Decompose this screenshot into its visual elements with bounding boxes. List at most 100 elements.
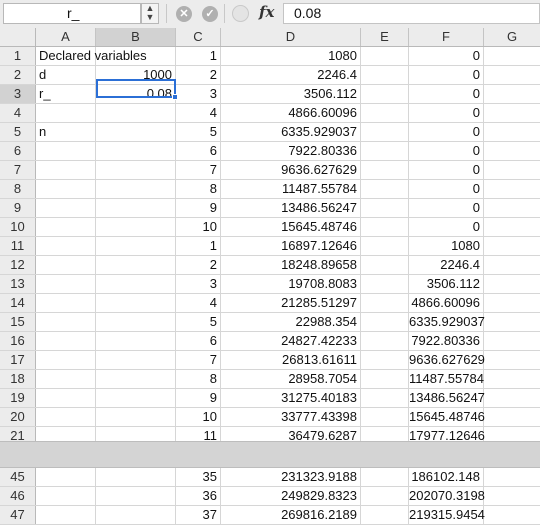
row-header[interactable]: 20 xyxy=(0,408,36,426)
row-header[interactable]: 19 xyxy=(0,389,36,407)
cell-g13[interactable] xyxy=(484,275,540,293)
cell-e18[interactable] xyxy=(361,370,409,388)
row-header[interactable]: 14 xyxy=(0,294,36,312)
cell-b5[interactable] xyxy=(96,123,176,141)
cell-e11[interactable] xyxy=(361,237,409,255)
row-header[interactable]: 17 xyxy=(0,351,36,369)
cell-g3[interactable] xyxy=(484,85,540,103)
cell-b4[interactable] xyxy=(96,104,176,122)
cell-c18[interactable]: 8 xyxy=(176,370,221,388)
cell-a9[interactable] xyxy=(36,199,96,217)
cell-d14[interactable]: 21285.51297 xyxy=(221,294,361,312)
cell-d6[interactable]: 7922.80336 xyxy=(221,142,361,160)
cell-c17[interactable]: 7 xyxy=(176,351,221,369)
column-header-d[interactable]: D xyxy=(221,28,361,46)
cell-a46[interactable] xyxy=(36,487,96,505)
cell-c3[interactable]: 3 xyxy=(176,85,221,103)
cell-c46[interactable]: 36 xyxy=(176,487,221,505)
cell-d3[interactable]: 3506.112 xyxy=(221,85,361,103)
cell-b1[interactable] xyxy=(96,47,176,65)
cell-g8[interactable] xyxy=(484,180,540,198)
cell-e16[interactable] xyxy=(361,332,409,350)
cell-a8[interactable] xyxy=(36,180,96,198)
cell-f18[interactable]: 11487.55784 xyxy=(409,370,484,388)
column-header-e[interactable]: E xyxy=(361,28,409,46)
row-header[interactable]: 2 xyxy=(0,66,36,84)
column-header-a[interactable]: A xyxy=(36,28,96,46)
cell-a13[interactable] xyxy=(36,275,96,293)
cell-a2[interactable]: d xyxy=(36,66,96,84)
cell-f3[interactable]: 0 xyxy=(409,85,484,103)
cell-e3[interactable] xyxy=(361,85,409,103)
cell-e10[interactable] xyxy=(361,218,409,236)
cell-a5[interactable]: n xyxy=(36,123,96,141)
column-header-b[interactable]: B xyxy=(96,28,176,46)
cell-d1[interactable]: 1080 xyxy=(221,47,361,65)
fill-handle[interactable] xyxy=(172,94,178,100)
cell-a12[interactable] xyxy=(36,256,96,274)
cell-a45[interactable] xyxy=(36,468,96,486)
cell-c7[interactable]: 7 xyxy=(176,161,221,179)
cell-a19[interactable] xyxy=(36,389,96,407)
cell-b45[interactable] xyxy=(96,468,176,486)
cell-d45[interactable]: 231323.9188 xyxy=(221,468,361,486)
cell-g20[interactable] xyxy=(484,408,540,426)
cell-a16[interactable] xyxy=(36,332,96,350)
cell-b8[interactable] xyxy=(96,180,176,198)
cell-f9[interactable]: 0 xyxy=(409,199,484,217)
cell-d9[interactable]: 13486.56247 xyxy=(221,199,361,217)
cell-g11[interactable] xyxy=(484,237,540,255)
cell-b10[interactable] xyxy=(96,218,176,236)
cell-g2[interactable] xyxy=(484,66,540,84)
cell-g15[interactable] xyxy=(484,313,540,331)
cell-b14[interactable] xyxy=(96,294,176,312)
cell-e47[interactable] xyxy=(361,506,409,524)
cell-f6[interactable]: 0 xyxy=(409,142,484,160)
cell-g4[interactable] xyxy=(484,104,540,122)
cell-b11[interactable] xyxy=(96,237,176,255)
cell-d20[interactable]: 33777.43398 xyxy=(221,408,361,426)
row-header[interactable]: 47 xyxy=(0,506,36,524)
cell-a3[interactable]: r_ xyxy=(36,85,96,103)
cell-b47[interactable] xyxy=(96,506,176,524)
row-header[interactable]: 10 xyxy=(0,218,36,236)
name-box[interactable]: r_ xyxy=(3,3,141,24)
cell-a18[interactable] xyxy=(36,370,96,388)
cell-f46[interactable]: 202070.3198 xyxy=(409,487,485,505)
cell-e46[interactable] xyxy=(361,487,409,505)
name-box-dropdown[interactable]: ▲ ▼ xyxy=(141,3,159,24)
cell-e13[interactable] xyxy=(361,275,409,293)
cell-f16[interactable]: 7922.80336 xyxy=(409,332,484,350)
cell-f1[interactable]: 0 xyxy=(409,47,484,65)
cell-c16[interactable]: 6 xyxy=(176,332,221,350)
cell-a1[interactable]: Declared variables xyxy=(36,47,147,65)
cell-b18[interactable] xyxy=(96,370,176,388)
cell-d4[interactable]: 4866.60096 xyxy=(221,104,361,122)
cell-d12[interactable]: 18248.89658 xyxy=(221,256,361,274)
cell-f13[interactable]: 3506.112 xyxy=(409,275,484,293)
cell-f45[interactable]: 186102.148 xyxy=(409,468,484,486)
cell-d13[interactable]: 19708.8083 xyxy=(221,275,361,293)
cell-e4[interactable] xyxy=(361,104,409,122)
row-header[interactable]: 18 xyxy=(0,370,36,388)
cell-e8[interactable] xyxy=(361,180,409,198)
cell-c8[interactable]: 8 xyxy=(176,180,221,198)
cell-b13[interactable] xyxy=(96,275,176,293)
cell-b6[interactable] xyxy=(96,142,176,160)
cell-b15[interactable] xyxy=(96,313,176,331)
cell-b17[interactable] xyxy=(96,351,176,369)
cell-f15[interactable]: 6335.929037 xyxy=(409,313,485,331)
cell-f7[interactable]: 0 xyxy=(409,161,484,179)
function-icon[interactable]: fx xyxy=(259,3,274,21)
column-header-c[interactable]: C xyxy=(176,28,221,46)
cell-c12[interactable]: 2 xyxy=(176,256,221,274)
column-header-f[interactable]: F xyxy=(409,28,484,46)
cell-c9[interactable]: 9 xyxy=(176,199,221,217)
cell-e19[interactable] xyxy=(361,389,409,407)
cell-d15[interactable]: 22988.354 xyxy=(221,313,361,331)
cell-a20[interactable] xyxy=(36,408,96,426)
row-header[interactable]: 45 xyxy=(0,468,36,486)
cell-c19[interactable]: 9 xyxy=(176,389,221,407)
cell-f12[interactable]: 2246.4 xyxy=(409,256,484,274)
cell-g1[interactable] xyxy=(484,47,540,65)
